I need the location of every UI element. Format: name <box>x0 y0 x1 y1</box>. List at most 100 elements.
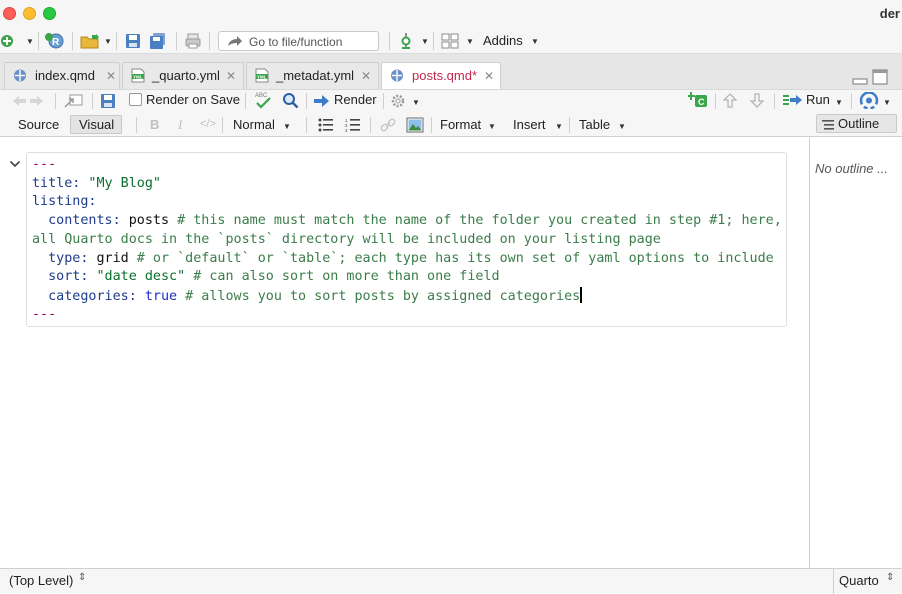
render-on-save-label[interactable]: Render on Save <box>146 92 240 107</box>
toolbar-divider <box>222 117 223 133</box>
workspace-panes-icon[interactable] <box>441 32 459 50</box>
italic-button[interactable]: I <box>178 117 182 133</box>
insert-dropdown-icon[interactable]: ▼ <box>555 122 563 131</box>
toolbar-divider <box>209 32 210 50</box>
open-folder-icon[interactable] <box>79 32 101 50</box>
yaml-line: type: grid # or `default` or `table`; ea… <box>32 250 774 269</box>
toolbar-divider <box>176 32 177 50</box>
settings-gear-icon[interactable] <box>390 93 406 109</box>
addins-dropdown-icon[interactable]: ▼ <box>531 37 539 46</box>
maximize-pane-icon[interactable] <box>872 69 888 85</box>
publish-icon[interactable] <box>859 92 879 109</box>
close-tab-icon[interactable]: ✕ <box>106 69 116 83</box>
show-in-window-icon[interactable] <box>64 93 84 109</box>
source-mode-button[interactable]: Source <box>18 117 59 132</box>
yml-file-icon: YML <box>255 68 269 83</box>
filetype-updown-icon[interactable]: ⇕ <box>886 572 894 583</box>
new-file-dropdown-icon[interactable]: ▼ <box>26 37 34 46</box>
run-label[interactable]: Run <box>806 92 830 107</box>
scope-label[interactable]: (Top Level) <box>9 573 73 588</box>
bullet-list-icon[interactable] <box>318 118 334 132</box>
tab-metadat-yml[interactable]: YML _metadat.yml ✕ <box>246 62 379 89</box>
yaml-delimiter: --- <box>32 306 57 322</box>
spellcheck-icon[interactable]: ABC <box>254 90 274 110</box>
save-all-icon[interactable] <box>149 32 167 50</box>
toolbar-divider <box>851 93 852 109</box>
window-titlebar: der <box>0 0 902 28</box>
workspace-panes-dropdown-icon[interactable]: ▼ <box>466 37 474 46</box>
yaml-front-matter-block[interactable]: --- title: "My Blog" listing: contents: … <box>26 152 787 327</box>
toolbar-divider <box>92 93 93 109</box>
block-style-dropdown-icon[interactable]: ▼ <box>283 122 291 131</box>
toolbar-divider <box>431 117 432 133</box>
insert-menu[interactable]: Insert <box>513 117 546 132</box>
block-style-select[interactable]: Normal <box>233 117 275 132</box>
run-dropdown-icon[interactable]: ▼ <box>835 98 843 107</box>
publish-dropdown-icon[interactable]: ▼ <box>883 98 891 107</box>
quarto-file-icon <box>391 69 403 82</box>
goto-arrow-icon <box>228 36 242 46</box>
print-icon[interactable] <box>184 32 202 50</box>
insert-chunk-icon[interactable]: C <box>688 92 708 108</box>
bold-button[interactable]: B <box>150 117 159 132</box>
scope-updown-icon[interactable]: ⇕ <box>78 572 86 583</box>
minimize-pane-icon[interactable] <box>852 73 868 85</box>
close-window-button[interactable] <box>3 7 16 20</box>
render-label[interactable]: Render <box>334 92 377 107</box>
save-icon[interactable] <box>100 93 116 109</box>
tab-index-qmd[interactable]: index.qmd ✕ <box>4 62 120 89</box>
toolbar-divider <box>370 117 371 133</box>
outline-label[interactable]: Outline <box>838 116 879 131</box>
minimize-window-button[interactable] <box>23 7 36 20</box>
close-tab-icon[interactable]: ✕ <box>484 69 494 83</box>
visual-format-toolbar: Source Visual B I </> Normal ▼ 123 Forma… <box>0 112 902 137</box>
go-to-previous-chunk-icon[interactable] <box>723 93 737 108</box>
format-menu[interactable]: Format <box>440 117 481 132</box>
go-to-next-chunk-icon[interactable] <box>750 93 764 108</box>
save-icon[interactable] <box>124 32 142 50</box>
new-file-icon[interactable] <box>0 32 18 50</box>
outline-toggle-button[interactable]: Outline <box>816 114 897 133</box>
version-control-icon[interactable] <box>397 32 415 50</box>
table-dropdown-icon[interactable]: ▼ <box>618 122 626 131</box>
editor-tab-strip: index.qmd ✕ YML _quarto.yml ✕ YML _metad… <box>0 54 902 89</box>
new-project-icon[interactable]: R <box>44 32 66 50</box>
addins-label[interactable]: Addins <box>483 33 523 48</box>
visual-editor[interactable]: --- title: "My Blog" listing: contents: … <box>4 138 809 568</box>
close-tab-icon[interactable]: ✕ <box>361 69 371 83</box>
visual-mode-label[interactable]: Visual <box>79 117 114 132</box>
insert-image-icon[interactable] <box>406 117 424 133</box>
code-button[interactable]: </> <box>200 118 216 130</box>
text-cursor <box>580 286 582 303</box>
zoom-window-button[interactable] <box>43 7 56 20</box>
tab-posts-qmd[interactable]: posts.qmd* ✕ <box>381 62 501 89</box>
checkbox-box[interactable] <box>129 93 142 106</box>
toolbar-divider <box>55 93 56 109</box>
numbered-list-icon[interactable]: 123 <box>345 118 361 132</box>
format-dropdown-icon[interactable]: ▼ <box>488 122 496 131</box>
open-file-dropdown-icon[interactable]: ▼ <box>104 37 112 46</box>
window-title: der <box>879 6 900 21</box>
toolbar-divider <box>569 117 570 133</box>
yaml-comment: # can also sort on more than one field <box>185 269 500 285</box>
link-icon[interactable] <box>380 117 396 133</box>
yaml-value: grid <box>88 250 129 266</box>
yaml-comment: # allows you to sort posts by assigned c… <box>177 288 581 304</box>
settings-dropdown-icon[interactable]: ▼ <box>412 98 420 107</box>
back-forward-icon[interactable] <box>11 94 45 108</box>
collapse-chevron-icon[interactable] <box>9 159 21 169</box>
yaml-line: sort: "date desc" # can also sort on mor… <box>32 268 500 287</box>
find-replace-icon[interactable] <box>282 92 299 109</box>
yaml-key: sort: <box>32 269 89 285</box>
outline-pane: No outline ... <box>809 138 902 568</box>
visual-mode-button[interactable]: Visual <box>70 115 122 134</box>
goto-file-function-input[interactable]: Go to file/function <box>218 31 379 51</box>
version-control-dropdown-icon[interactable]: ▼ <box>421 37 429 46</box>
table-menu[interactable]: Table <box>579 117 610 132</box>
yaml-comment: # or `default` or `table`; each type has… <box>128 250 774 266</box>
filetype-label[interactable]: Quarto <box>839 573 879 588</box>
close-tab-icon[interactable]: ✕ <box>226 69 236 83</box>
svg-text:C: C <box>698 97 705 107</box>
tab-label: _metadat.yml <box>276 68 355 83</box>
tab-quarto-yml[interactable]: YML _quarto.yml ✕ <box>122 62 244 89</box>
